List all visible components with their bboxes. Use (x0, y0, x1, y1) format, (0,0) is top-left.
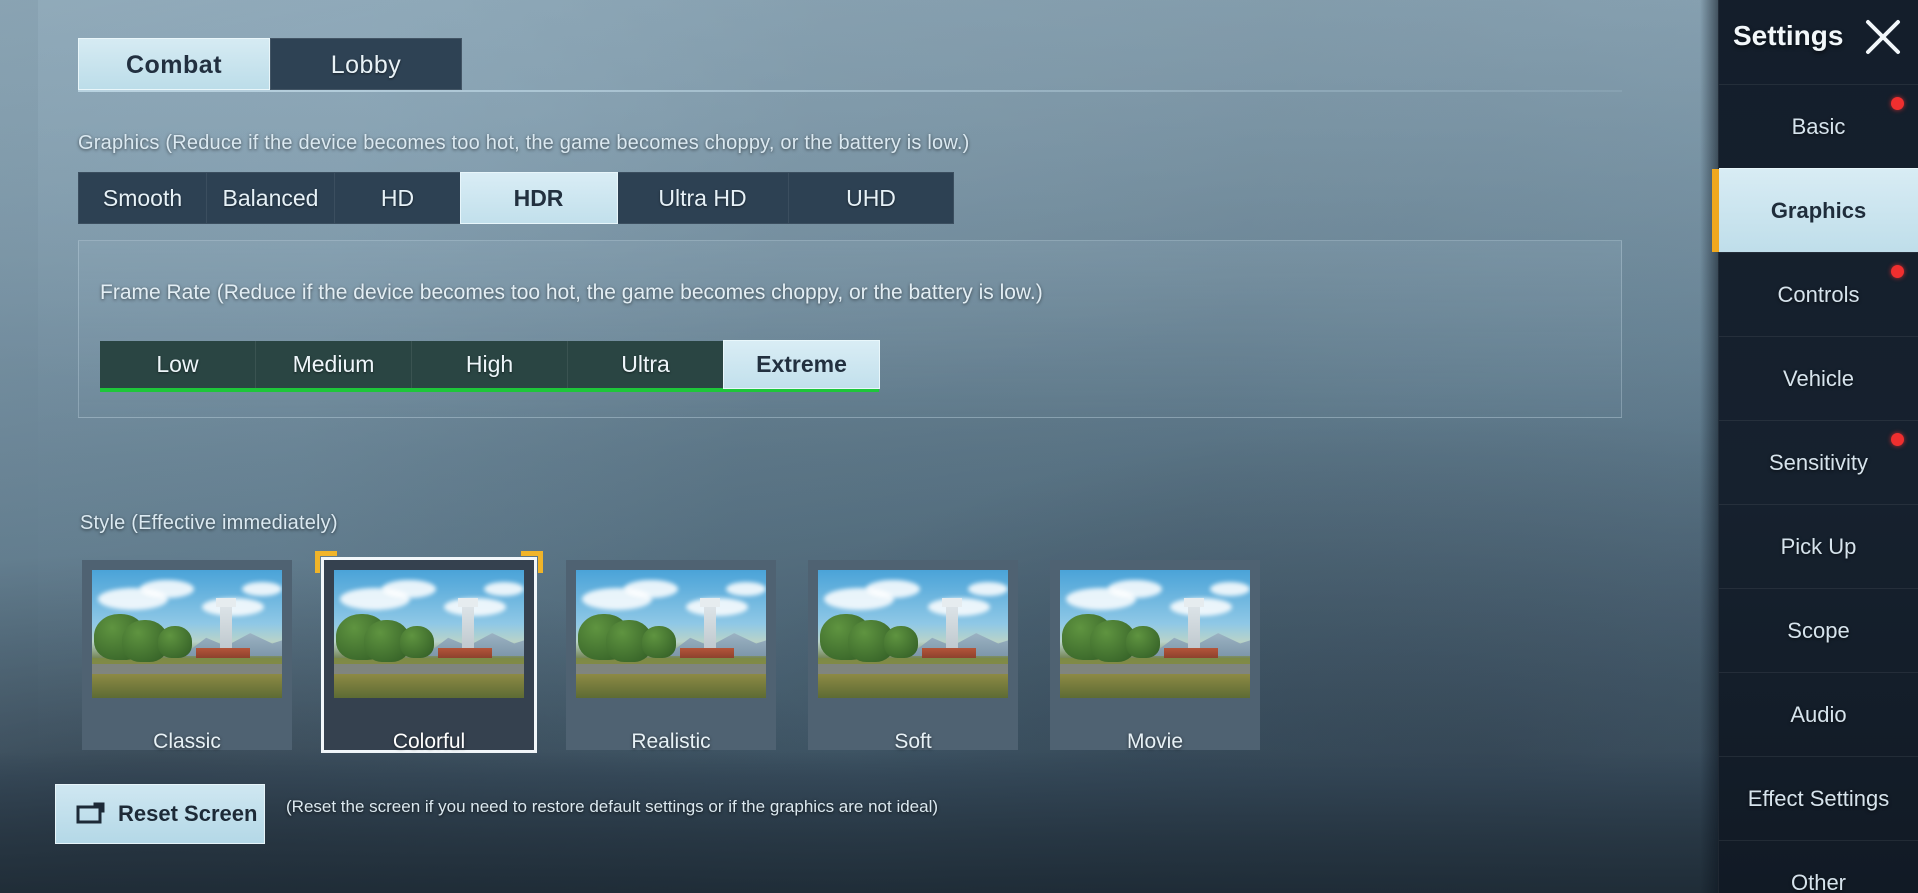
style-thumbnail (334, 570, 524, 698)
frame-rate-section-label: Frame Rate (Reduce if the device becomes… (100, 281, 1043, 304)
graphics-option-ultra-hd[interactable]: Ultra HD (617, 173, 789, 223)
sidebar-item-label: Audio (1790, 702, 1847, 727)
style-option-realistic[interactable]: Realistic (566, 560, 776, 753)
style-thumbnail (1060, 570, 1250, 698)
settings-sidebar: Settings Basic Graphics Controls Vehicle… (1712, 0, 1918, 893)
sidebar-item-basic[interactable]: Basic (1719, 84, 1918, 168)
tabs-underline (78, 90, 1622, 92)
sidebar-header: Settings (1719, 0, 1918, 84)
style-option-movie[interactable]: Movie (1050, 560, 1260, 753)
tab-combat[interactable]: Combat (78, 38, 270, 90)
sidebar-item-controls[interactable]: Controls (1719, 252, 1918, 336)
sidebar-item-pick-up[interactable]: Pick Up (1719, 504, 1918, 588)
mode-tabs: Combat Lobby (78, 38, 462, 90)
reset-screen-icon (76, 802, 105, 824)
style-option-label: Soft (894, 730, 932, 753)
sidebar-title: Settings (1733, 20, 1844, 51)
style-thumbnail (92, 570, 282, 698)
style-option-classic[interactable]: Classic (82, 560, 292, 753)
graphics-quality-options: Smooth Balanced HD HDR Ultra HD UHD (78, 172, 954, 224)
frame-rate-option-low[interactable]: Low (100, 341, 256, 388)
notification-badge-icon (1891, 97, 1904, 110)
tab-lobby[interactable]: Lobby (270, 38, 462, 90)
reset-screen-note: (Reset the screen if you need to restore… (286, 797, 939, 816)
notification-badge-icon (1891, 433, 1904, 446)
sidebar-item-label: Scope (1787, 618, 1850, 643)
sidebar-item-vehicle[interactable]: Vehicle (1719, 336, 1918, 420)
graphics-option-hd[interactable]: HD (335, 173, 461, 223)
frame-rate-options: Low Medium High Ultra Extreme (100, 341, 879, 392)
close-icon[interactable] (1862, 16, 1904, 58)
sidebar-item-audio[interactable]: Audio (1719, 672, 1918, 756)
sidebar-item-label: Graphics (1770, 198, 1867, 223)
settings-panel: Combat Lobby Graphics (Reduce if the dev… (0, 0, 1718, 893)
style-option-label: Classic (153, 730, 221, 753)
graphics-section-label: Graphics (Reduce if the device becomes t… (78, 132, 970, 154)
sidebar-item-label: Sensitivity (1768, 450, 1869, 475)
frame-rate-option-medium[interactable]: Medium (256, 341, 412, 388)
style-thumbnail (576, 570, 766, 698)
style-section-label: Style (Effective immediately) (80, 512, 338, 534)
notification-badge-icon (1891, 265, 1904, 278)
sidebar-item-label: Basic (1791, 114, 1846, 139)
style-option-soft[interactable]: Soft (808, 560, 1018, 753)
style-option-label: Colorful (392, 730, 466, 753)
sidebar-item-label: Other (1790, 870, 1847, 893)
reset-screen-button[interactable]: Reset Screen (56, 785, 264, 843)
graphics-option-uhd[interactable]: UHD (789, 173, 953, 223)
sidebar-item-label: Effect Settings (1747, 786, 1890, 811)
sidebar-item-sensitivity[interactable]: Sensitivity (1719, 420, 1918, 504)
sidebar-item-effect-settings[interactable]: Effect Settings (1719, 756, 1918, 840)
style-thumbnail (818, 570, 1008, 698)
graphics-option-smooth[interactable]: Smooth (79, 173, 207, 223)
frame-rate-option-extreme[interactable]: Extreme (724, 341, 879, 388)
frame-rate-option-high[interactable]: High (412, 341, 568, 388)
sidebar-item-label: Vehicle (1783, 366, 1854, 391)
sidebar-item-scope[interactable]: Scope (1719, 588, 1918, 672)
graphics-option-hdr[interactable]: HDR (461, 173, 617, 223)
style-option-label: Realistic (631, 730, 711, 753)
sidebar-item-label: Controls (1777, 282, 1860, 307)
reset-screen-label: Reset Screen (118, 801, 258, 826)
frame-rate-option-ultra[interactable]: Ultra (568, 341, 724, 388)
sidebar-item-other[interactable]: Other (1719, 840, 1918, 893)
selection-corner-icon (521, 551, 543, 573)
graphics-option-balanced[interactable]: Balanced (207, 173, 335, 223)
sidebar-item-label: Pick Up (1780, 534, 1857, 559)
style-options: Classic Colorful Realistic Soft Movie (82, 551, 1260, 753)
style-option-colorful[interactable]: Colorful (315, 551, 543, 753)
style-option-label: Movie (1126, 730, 1184, 753)
sidebar-item-graphics[interactable]: Graphics (1712, 168, 1918, 252)
sidebar-edge-shadow (1700, 0, 1718, 893)
